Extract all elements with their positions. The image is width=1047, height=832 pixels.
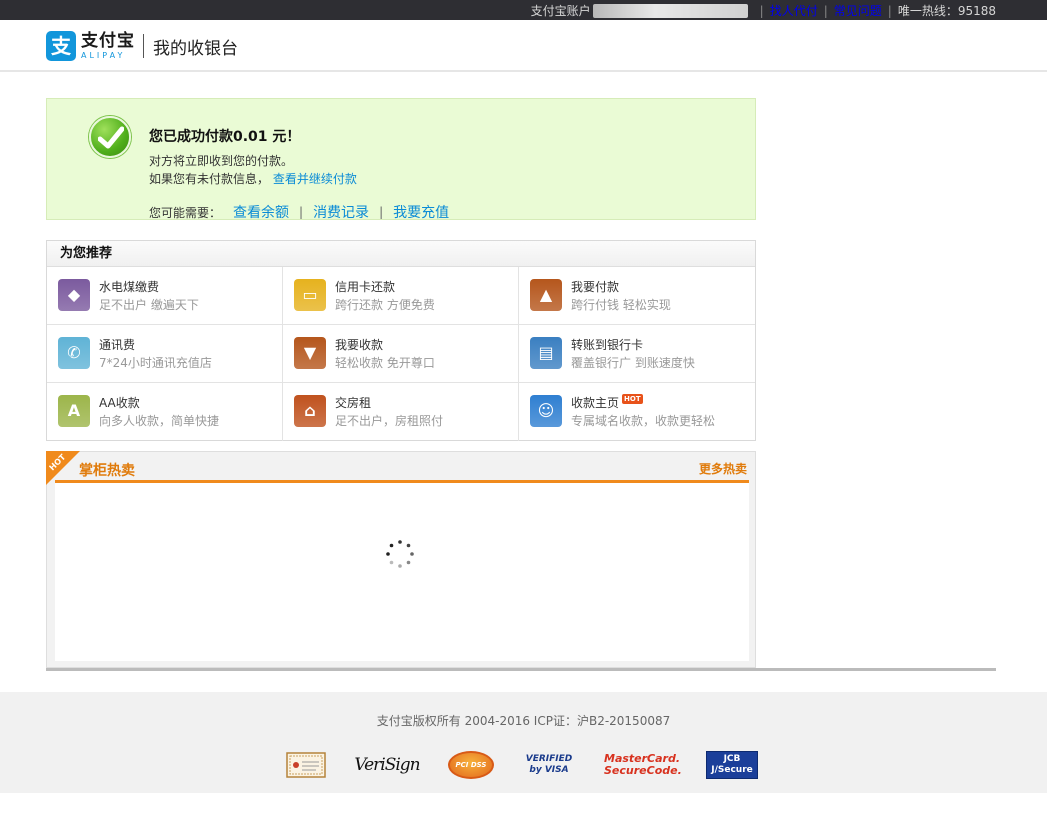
payment-icon: ▲ [530, 279, 562, 311]
recommend-item-9[interactable]: ☺ 收款主页 HOT 专属域名收款，收款更轻松 [519, 383, 755, 441]
pci-dss-badge-text: PCI DSS [455, 761, 487, 769]
account-name-masked [592, 3, 748, 18]
homepage-icon: ☺ [530, 395, 562, 427]
recommend-item-desc: 足不出户 缴遍天下 [99, 298, 199, 312]
logo-divider [143, 34, 144, 58]
logo-en-text: ALIPAY [81, 50, 126, 60]
recommend-item-4[interactable]: ✆ 通讯费 7*24小时通讯充值店 [47, 325, 283, 383]
success-message: 对方将立即收到您的付款。 [149, 154, 294, 168]
recommend-item-name-text: 我要收款 [335, 338, 384, 352]
view-and-continue-link[interactable]: 查看并继续付款 [273, 172, 357, 186]
recommendations-panel: 为您推荐 ◆ 水电煤缴费足不出户 缴遍天下 ▭ 信用卡还款跨行还款 方便免费 ▲ 我要付款… [46, 240, 756, 441]
recommend-item-name[interactable]: 通讯费 [99, 336, 135, 353]
faq-link[interactable]: 常见问题 [834, 2, 882, 19]
recommendations-heading: 为您推荐 [47, 241, 755, 267]
recommend-item-name[interactable]: 我要收款 [335, 336, 383, 353]
aa-icon: A [58, 395, 90, 427]
payment-success-panel: 您已成功付款0.01 元！ 对方将立即收到您的付款。 如果您有未付款信息， 查看… [46, 98, 756, 222]
alipay-logo[interactable]: 支 支付宝 ALIPAY 我的收银台 [46, 31, 238, 61]
pci-dss-badge[interactable]: PCI DSS [448, 750, 494, 780]
recommend-item-name-text: 水电煤缴费 [99, 280, 160, 294]
footer: 支付宝版权所有 2004-2016 ICP证：沪B2-20150087 Veri… [0, 692, 1047, 793]
recommend-item-6[interactable]: ▤ 转账到银行卡覆盖银行广 到账速度快 [519, 325, 755, 383]
alipay-logo-icon: 支 [46, 31, 76, 61]
verisign-badge[interactable]: VeriSign [354, 750, 420, 780]
view-balance-link[interactable]: 查看余额 [233, 202, 289, 222]
find-payer-link[interactable]: 找人代付 [770, 2, 818, 19]
header: 支 支付宝 ALIPAY 我的收银台 [0, 20, 1047, 72]
hot-badge: HOT [622, 394, 643, 404]
suggested-prefix: 您可能需要： [149, 205, 222, 220]
recommend-item-desc: 轻松收款 免开尊口 [335, 356, 435, 370]
receive-icon: ▼ [294, 337, 326, 369]
recommend-item-name-text: 交房租 [335, 396, 372, 410]
more-hot-sell-link[interactable]: 更多热卖 [699, 460, 747, 477]
hot-sell-content [55, 483, 749, 661]
jcb-jsecure-text: JCB J/Secure [711, 754, 753, 775]
certificate-badge-icon[interactable] [286, 750, 326, 780]
hot-sell-panel: HOT 掌柜热卖 更多热卖 [46, 451, 756, 668]
recommend-item-name[interactable]: 我要付款 [571, 278, 619, 295]
jcb-jsecure-badge[interactable]: JCB J/Secure [706, 750, 758, 780]
recommend-item-desc: 向多人收款，简单快捷 [99, 414, 220, 428]
bank-transfer-icon: ▤ [530, 337, 562, 369]
recommend-item-desc: 足不出户，房租照付 [335, 414, 444, 428]
recommend-item-name[interactable]: AA收款 [99, 394, 140, 411]
recommend-item-8[interactable]: ⌂ 交房租足不出户，房租照付 [283, 383, 519, 441]
recommend-item-name-text: 通讯费 [99, 338, 136, 352]
security-badges: VeriSign PCI DSS VERIFIED by VISA Master… [286, 750, 758, 780]
page-title: 我的收银台 [153, 38, 238, 59]
recommend-item-name-text: 收款主页 [571, 396, 620, 410]
mastercard-securecode-badge[interactable]: MasterCard. SecureCode. [604, 750, 682, 780]
recommend-item-2[interactable]: ▭ 信用卡还款跨行还款 方便免费 [283, 267, 519, 325]
recommend-item-name[interactable]: 收款主页 HOT [571, 394, 643, 411]
recommend-item-name[interactable]: 转账到银行卡 [571, 336, 643, 353]
consumption-records-link[interactable]: 消费记录 [313, 202, 369, 222]
suggested-actions: 您可能需要： 查看余额 | 消费记录 | 我要充值 [149, 202, 449, 222]
copyright-text: 支付宝版权所有 2004-2016 ICP证：沪B2-20150087 [376, 714, 671, 728]
unpaid-prefix: 如果您有未付款信息， [149, 172, 270, 186]
recommend-item-5[interactable]: ▼ 我要收款轻松收款 免开尊口 [283, 325, 519, 383]
mastercard-securecode-text: MasterCard. SecureCode. [604, 752, 682, 777]
recommend-item-name[interactable]: 信用卡还款 [335, 278, 395, 295]
recommend-item-desc: 跨行付钱 轻松实现 [571, 298, 671, 312]
hotline: 唯一热线：95188 [897, 4, 996, 18]
recommendations-grid: ◆ 水电煤缴费足不出户 缴遍天下 ▭ 信用卡还款跨行还款 方便免费 ▲ 我要付款跨行付钱 … [47, 267, 755, 441]
recommend-item-desc: 跨行还款 方便免费 [335, 298, 435, 312]
verisign-badge-text: VeriSign [354, 755, 420, 775]
recommend-item-7[interactable]: A AA收款向多人收款，简单快捷 [47, 383, 283, 441]
recommend-item-desc: 7*24小时通讯充值店 [99, 356, 212, 370]
top-bar: 支付宝账户 | 找人代付 | 常见问题 | 唯一热线：95188 [0, 0, 1047, 20]
recommend-item-1[interactable]: ◆ 水电煤缴费足不出户 缴遍天下 [47, 267, 283, 325]
recommend-item-name-text: AA收款 [99, 396, 140, 410]
recommend-item-desc: 专属域名收款，收款更轻松 [571, 414, 716, 428]
verified-by-visa-badge[interactable]: VERIFIED by VISA [524, 750, 574, 780]
recharge-link[interactable]: 我要充值 [393, 202, 449, 222]
success-check-icon [89, 116, 131, 158]
content-bottom-divider [46, 668, 996, 671]
recommend-item-name[interactable]: 交房租 [335, 394, 371, 411]
recommend-item-name-text: 转账到银行卡 [571, 338, 644, 352]
rent-icon: ⌂ [294, 395, 326, 427]
hot-sell-title: 掌柜热卖 [79, 463, 135, 479]
utility-icon: ◆ [58, 279, 90, 311]
mobile-icon: ✆ [58, 337, 90, 369]
loading-spinner-icon [386, 540, 414, 568]
account-label: 支付宝账户 [530, 4, 591, 18]
recommend-item-name-text: 信用卡还款 [335, 280, 396, 294]
verified-by-visa-text: VERIFIED by VISA [525, 754, 573, 775]
recommend-item-desc: 覆盖银行广 到账速度快 [571, 356, 695, 370]
recommend-item-name[interactable]: 水电煤缴费 [99, 278, 159, 295]
success-title: 您已成功付款0.01 元！ [149, 129, 301, 145]
recommend-item-3[interactable]: ▲ 我要付款跨行付钱 轻松实现 [519, 267, 755, 325]
logo-cn-text: 支付宝 [81, 30, 135, 51]
recommend-item-name-text: 我要付款 [571, 280, 620, 294]
credit-card-icon: ▭ [294, 279, 326, 311]
